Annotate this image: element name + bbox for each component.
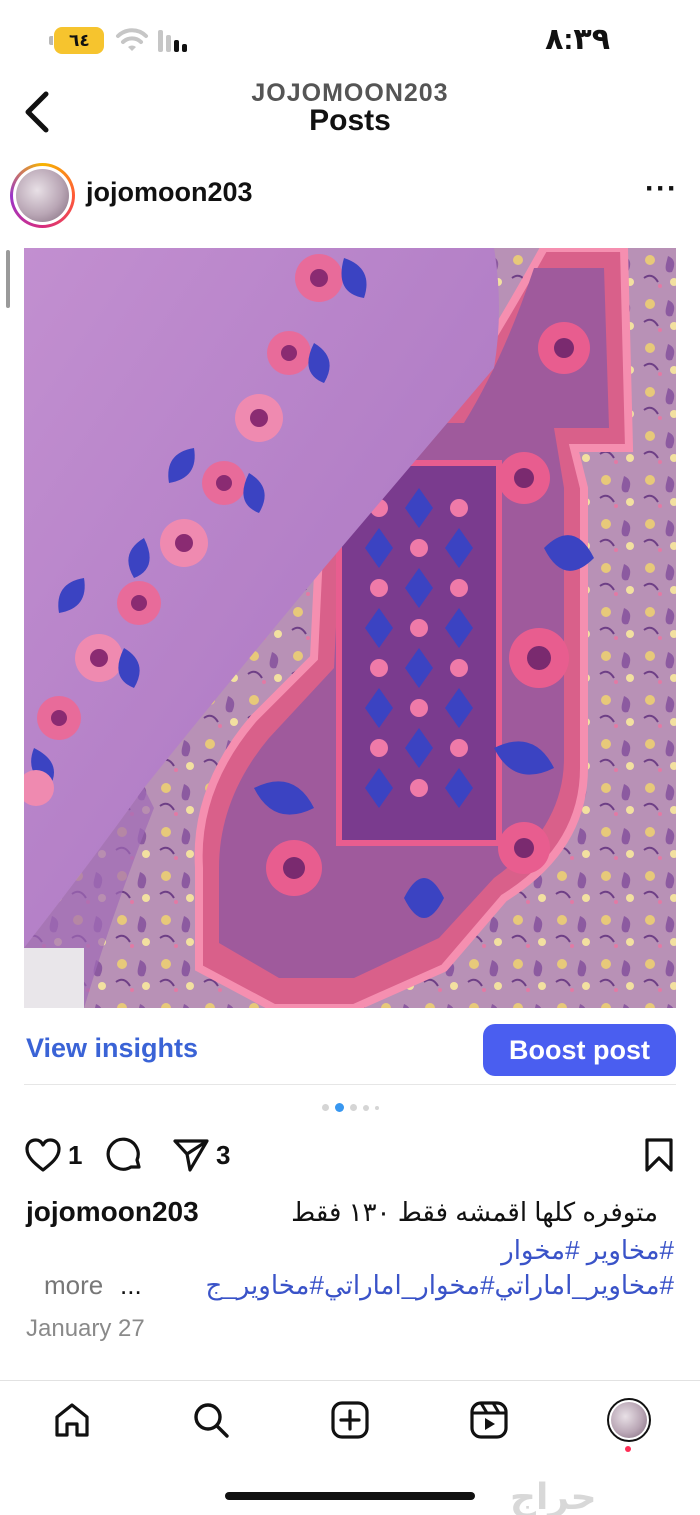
caption-more-link[interactable]: more — [44, 1270, 103, 1301]
carousel-dot — [321, 1104, 329, 1111]
view-insights-link[interactable]: View insights — [26, 1033, 198, 1064]
comment-icon[interactable] — [106, 1136, 144, 1174]
caption-username[interactable]: jojomoon203 — [26, 1196, 199, 1228]
caption-text: متوفره كلها اقمشه فقط ١٣٠ فقط — [291, 1197, 658, 1227]
notification-dot — [625, 1446, 631, 1452]
carousel-dots — [0, 1103, 700, 1112]
scrollbar[interactable] — [6, 250, 10, 308]
boost-post-button[interactable]: Boost post — [483, 1024, 676, 1076]
signal-icon — [158, 30, 187, 52]
post-username[interactable]: jojomoon203 — [86, 177, 253, 208]
tab-profile-avatar[interactable] — [607, 1398, 651, 1442]
tab-reels[interactable] — [467, 1398, 511, 1442]
search-icon[interactable] — [191, 1400, 231, 1440]
heart-icon[interactable] — [24, 1137, 62, 1173]
post-avatar[interactable] — [10, 163, 75, 228]
like-action[interactable]: 1 — [24, 1135, 82, 1175]
caption-hashtags[interactable]: #مخاوير #مخوار — [501, 1235, 674, 1266]
battery-indicator: ٦٤ — [49, 27, 104, 54]
share-action[interactable]: 3 — [172, 1135, 230, 1175]
watermark-logo: حراج — [510, 1476, 597, 1515]
like-count: 1 — [68, 1139, 83, 1170]
caption-hashtags[interactable]: #مخاوير_اماراتي#مخوار_اماراتي#مخاوير_ج — [205, 1270, 674, 1301]
share-count: 3 — [216, 1139, 231, 1170]
tab-home[interactable] — [50, 1398, 94, 1442]
divider — [24, 1084, 676, 1085]
create-icon[interactable] — [330, 1400, 370, 1440]
more-options-icon[interactable]: ··· — [645, 174, 678, 204]
post-date: January 27 — [26, 1315, 145, 1342]
tab-bar-divider — [0, 1380, 700, 1381]
home-indicator[interactable] — [225, 1492, 475, 1500]
comment-action[interactable] — [106, 1135, 144, 1175]
tab-search[interactable] — [189, 1398, 233, 1442]
send-icon[interactable] — [172, 1137, 210, 1173]
carousel-dot — [362, 1104, 369, 1111]
carousel-dot-active — [334, 1103, 344, 1112]
home-icon[interactable] — [52, 1400, 92, 1440]
status-time: ٨:٣٩ — [545, 23, 610, 56]
caption-ellipsis: ... — [120, 1270, 142, 1300]
status-bar: ٦٤ ٨:٣٩ — [0, 0, 700, 78]
tab-create[interactable] — [328, 1398, 372, 1442]
page-title: Posts — [309, 104, 391, 137]
bookmark-icon[interactable] — [644, 1137, 674, 1173]
reels-icon[interactable] — [469, 1400, 509, 1440]
wifi-icon — [116, 28, 148, 51]
post-image[interactable] — [24, 248, 676, 1008]
carousel-dot — [374, 1105, 379, 1110]
carousel-dot — [349, 1104, 357, 1111]
